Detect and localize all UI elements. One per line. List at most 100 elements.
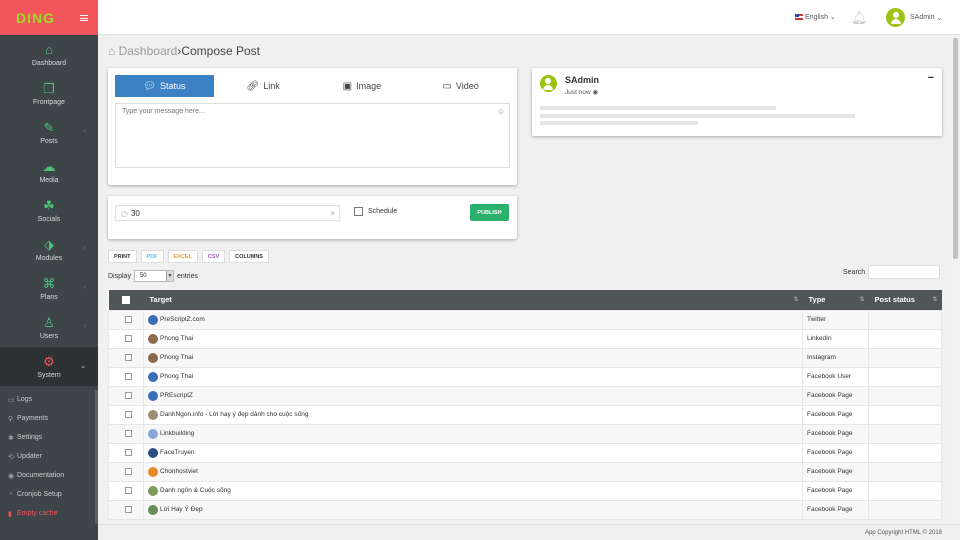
bell-icon[interactable]: 🔔︎: [851, 10, 868, 26]
menu-toggle-icon[interactable]: [80, 14, 88, 21]
column-post-status[interactable]: Post status ⇅: [868, 290, 942, 310]
table-row[interactable]: Phong Thai Facebook User: [108, 366, 942, 387]
sidebar-item-label: Socials: [37, 215, 61, 223]
minimize-icon[interactable]: −: [928, 72, 934, 84]
row-checkbox[interactable]: [124, 468, 132, 475]
submenu-item-logs[interactable]: ▭ Logs: [0, 390, 95, 409]
publish-button[interactable]: PUBLISH: [470, 204, 509, 221]
row-select-cell[interactable]: [108, 461, 144, 482]
table-row[interactable]: Linkbuilding Facebook Page: [108, 423, 942, 444]
composer-card: 💬︎Status 🔗︎Link ▣Image ▭Video ☺: [108, 68, 517, 185]
submenu-item-cronjob[interactable]: ◔ Cronjob Setup: [0, 485, 95, 504]
sidebar-item-users[interactable]: ♙ Users ‹: [0, 308, 98, 347]
target-cell: PreScriptZ.com: [143, 309, 803, 330]
tab-link[interactable]: 🔗︎ Link: [214, 75, 313, 97]
emoji-icon[interactable]: ☺: [497, 107, 505, 116]
user-menu[interactable]: SAdmin ⌄: [886, 8, 942, 27]
submenu-item-documentation[interactable]: ◉ Documentation: [0, 466, 95, 485]
submenu-item-empty-cache[interactable]: ▮ Empty cache: [0, 504, 95, 523]
target-name: PREscriptZ: [160, 392, 193, 399]
row-checkbox[interactable]: [124, 316, 132, 323]
page-scrollbar[interactable]: [951, 35, 960, 524]
target-name: Phong Thai: [160, 335, 194, 342]
search-input[interactable]: [868, 265, 941, 279]
target-name: Linkbuilding: [160, 430, 195, 437]
table-row[interactable]: Phong Thai LinkedIn: [108, 328, 942, 349]
tab-status[interactable]: 💬︎ Status: [115, 75, 214, 97]
row-checkbox[interactable]: [124, 335, 132, 342]
scrollbar-thumb[interactable]: [953, 38, 958, 259]
sidebar-item-dashboard[interactable]: ⌂ Dashboard: [0, 35, 98, 74]
gear-icon: ⚙: [43, 353, 55, 369]
post-status-cell: [868, 366, 942, 387]
interval-field[interactable]: ◷ 30 ×: [115, 205, 340, 221]
sidebar-item-modules[interactable]: ⬗ Modules ‹: [0, 230, 98, 269]
submenu-item-settings[interactable]: ✱ Settings: [0, 428, 95, 447]
sidebar-item-label: Plans: [40, 293, 58, 301]
breadcrumb-dashboard[interactable]: Dashboard: [119, 44, 178, 58]
sidebar-item-plans[interactable]: ⌘ Plans ‹: [0, 269, 98, 308]
row-checkbox[interactable]: [124, 411, 132, 418]
table-row[interactable]: FaceTruyen Facebook Page: [108, 442, 942, 463]
row-checkbox[interactable]: [124, 430, 132, 437]
select-all-checkbox[interactable]: [122, 295, 130, 304]
print-button[interactable]: PRINT: [108, 250, 137, 263]
schedule-checkbox[interactable]: [354, 207, 363, 216]
column-target[interactable]: Target ⇅: [143, 290, 803, 310]
tab-video[interactable]: ▭ Video: [411, 75, 510, 97]
excel-button[interactable]: EXCEL: [167, 250, 198, 263]
language-selector[interactable]: English ⌄: [795, 13, 836, 21]
select-all-header[interactable]: [108, 290, 144, 310]
sidebar-item-socials[interactable]: ☘ Socials: [0, 191, 98, 230]
row-select-cell[interactable]: [108, 423, 144, 444]
type-cell: LinkedIn: [802, 328, 869, 349]
tab-image[interactable]: ▣ Image: [313, 75, 412, 97]
account-avatar-icon: [148, 466, 158, 477]
row-select-cell[interactable]: [108, 328, 144, 349]
logo[interactable]: DING: [16, 10, 55, 26]
sidebar: DING ⌂ Dashboard ❐ Frontpage ✎ Posts ‹ ☁ Medi…: [0, 0, 98, 540]
message-input[interactable]: [116, 104, 509, 167]
submenu-item-updater[interactable]: ⟲ Updater: [0, 447, 95, 466]
post-status-cell: [868, 347, 942, 368]
pdf-button[interactable]: PDF: [140, 250, 164, 263]
table-row[interactable]: PreScriptZ.com Twitter: [108, 309, 942, 330]
row-select-cell[interactable]: [108, 309, 144, 330]
table-row[interactable]: DanhNgon.info - Lời hay ý đẹp dành cho c…: [108, 404, 942, 425]
sidebar-item-system[interactable]: ⚙ System ⌄: [0, 347, 98, 386]
sidebar-item-label: Frontpage: [33, 98, 65, 106]
row-checkbox[interactable]: [124, 487, 132, 494]
target-name: Phong Thai: [160, 373, 194, 380]
sidebar-item-label: Media: [39, 176, 59, 184]
row-select-cell[interactable]: [108, 366, 144, 387]
sidebar-item-posts[interactable]: ✎ Posts ‹: [0, 113, 98, 152]
column-type[interactable]: Type ⇅: [802, 290, 869, 310]
account-avatar-icon: [148, 333, 158, 344]
table-row[interactable]: Phong Thai Instagram: [108, 347, 942, 368]
schedule-option[interactable]: Schedule: [354, 207, 397, 216]
table-row[interactable]: PREscriptZ Facebook Page: [108, 385, 942, 406]
row-checkbox[interactable]: [124, 506, 132, 513]
sidebar-item-media[interactable]: ☁ Media: [0, 152, 98, 191]
table-row[interactable]: Lời Hay Ý Đẹp Facebook Page: [108, 499, 942, 520]
columns-button[interactable]: COLUMNS: [229, 250, 269, 263]
entries-select[interactable]: 50 ▼: [133, 270, 174, 282]
row-select-cell[interactable]: [108, 404, 144, 425]
row-checkbox[interactable]: [124, 354, 132, 361]
row-select-cell[interactable]: [108, 385, 144, 406]
sidebar-item-frontpage[interactable]: ❐ Frontpage: [0, 74, 98, 113]
target-cell: Chonhostviet: [143, 461, 803, 482]
clear-icon[interactable]: ×: [330, 209, 335, 218]
table-row[interactable]: Chonhostviet Facebook Page: [108, 461, 942, 482]
row-select-cell[interactable]: [108, 347, 144, 368]
submenu-item-payments[interactable]: ⚲ Payments: [0, 409, 95, 428]
row-select-cell[interactable]: [108, 480, 144, 501]
table-row[interactable]: Danh ngôn & Cuộc sống Facebook Page: [108, 480, 942, 501]
csv-button[interactable]: CSV: [201, 250, 226, 263]
row-select-cell[interactable]: [108, 499, 144, 520]
row-checkbox[interactable]: [124, 392, 132, 399]
row-checkbox[interactable]: [124, 373, 132, 380]
row-select-cell[interactable]: [108, 442, 144, 463]
row-checkbox[interactable]: [124, 449, 132, 456]
preview-time: Just now ◉: [565, 88, 598, 96]
